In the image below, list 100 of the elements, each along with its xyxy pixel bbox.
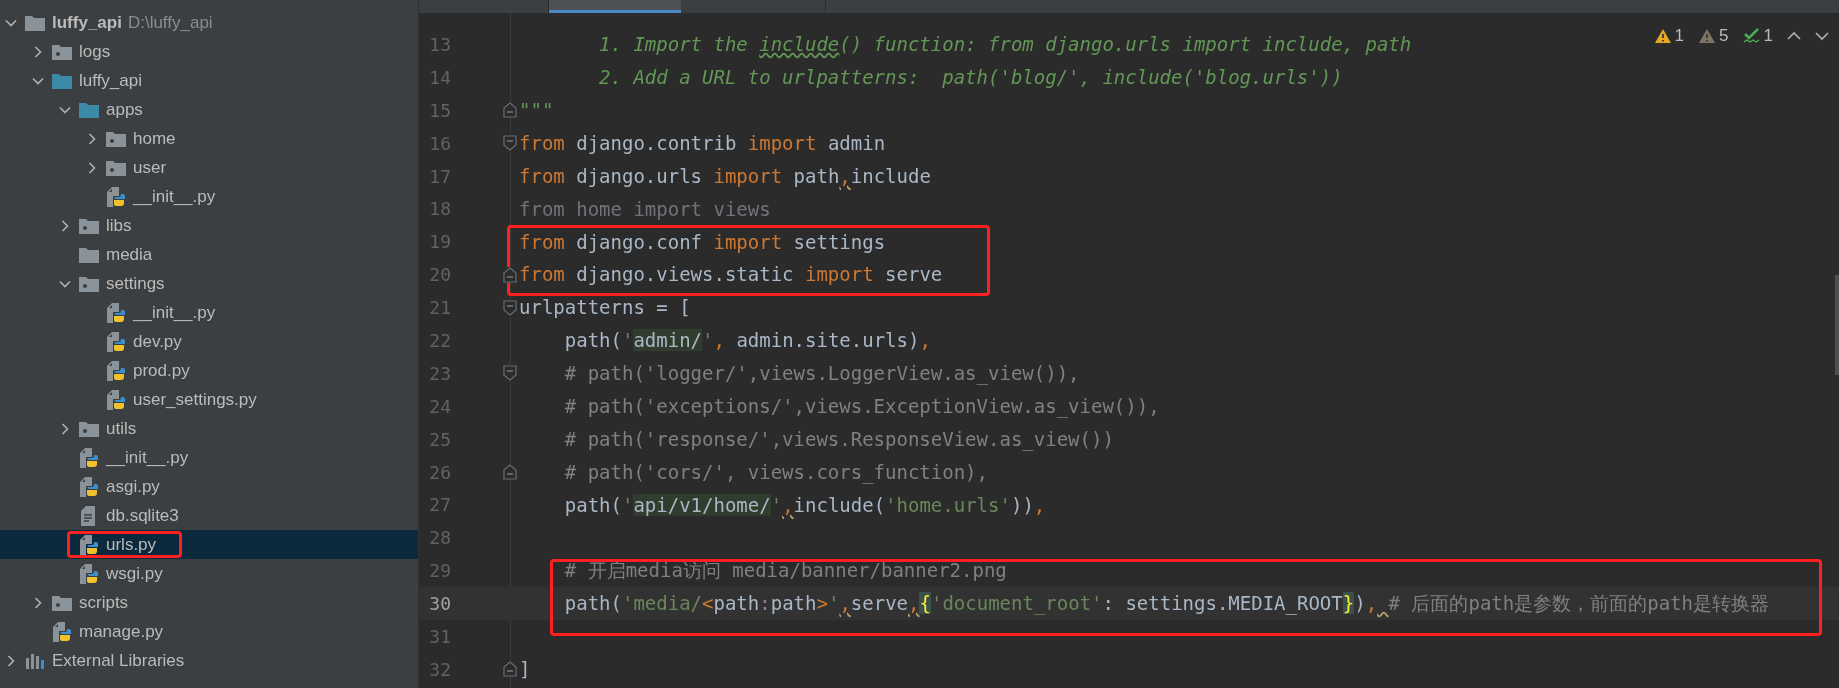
python-file-icon bbox=[105, 359, 127, 382]
folder-icon bbox=[78, 100, 100, 119]
code-line: urlpatterns = [ bbox=[519, 295, 691, 321]
item-label: dev.py bbox=[133, 330, 182, 353]
tree-item[interactable]: luffy_api bbox=[0, 66, 418, 95]
tree-item[interactable]: user bbox=[0, 153, 418, 182]
tree-item[interactable]: logs bbox=[0, 37, 418, 66]
package-folder-icon bbox=[51, 42, 73, 61]
tree-item[interactable]: __init__.py bbox=[0, 298, 418, 327]
code-line: ] bbox=[519, 657, 531, 683]
item-label: luffy_api bbox=[52, 11, 122, 34]
tree-item[interactable]: home bbox=[0, 124, 418, 153]
item-label: wsgi.py bbox=[106, 562, 163, 585]
tree-item[interactable]: media bbox=[0, 240, 418, 269]
line-number: 14 bbox=[428, 65, 451, 90]
tree-item[interactable]: utils bbox=[0, 414, 418, 443]
python-file-icon bbox=[78, 562, 100, 585]
fold-marker-icon[interactable] bbox=[503, 365, 517, 382]
tree-item[interactable]: db.sqlite3 bbox=[0, 501, 418, 530]
item-label: __init__.py bbox=[106, 446, 189, 469]
previous-icon[interactable] bbox=[1787, 30, 1801, 41]
fold-marker-icon[interactable] bbox=[503, 661, 517, 678]
tree-item[interactable]: libs bbox=[0, 211, 418, 240]
python-file-icon bbox=[51, 620, 73, 643]
item-label: prod.py bbox=[133, 359, 190, 382]
code-line: from django.urls import path,include bbox=[519, 163, 931, 189]
code-line: 2. Add a URL to urlpatterns: path('blog/', include('blog.urls')) bbox=[598, 65, 1343, 91]
line-number: 20 bbox=[428, 263, 451, 288]
code-line: from home import views bbox=[519, 196, 771, 222]
item-label: libs bbox=[106, 214, 132, 237]
code-editor[interactable] bbox=[419, 13, 1839, 688]
line-number: 23 bbox=[428, 361, 451, 386]
folder-icon bbox=[51, 71, 73, 90]
item-label: settings bbox=[106, 272, 165, 295]
tree-item[interactable]: luffy_api D:\luffy_api bbox=[0, 8, 418, 37]
package-folder-icon bbox=[78, 274, 100, 293]
line-number: 21 bbox=[428, 296, 451, 321]
tree-item[interactable]: dev.py bbox=[0, 327, 418, 356]
tree-item[interactable]: manage.py bbox=[0, 617, 418, 646]
fold-marker-icon[interactable] bbox=[503, 464, 517, 480]
tree-item[interactable]: apps bbox=[0, 95, 418, 124]
warning-icon[interactable] bbox=[1698, 27, 1717, 44]
item-label: user bbox=[133, 156, 167, 179]
python-file-icon bbox=[105, 301, 127, 324]
code-line: # path('logger/',views.LoggerView.as_view()), bbox=[563, 361, 1080, 387]
typo-check-icon[interactable] bbox=[1742, 26, 1761, 45]
python-file-icon bbox=[105, 388, 127, 411]
line-number: 27 bbox=[428, 493, 451, 518]
item-label: asgi.py bbox=[106, 475, 160, 498]
tree-item[interactable]: External Libraries bbox=[0, 646, 418, 675]
line-number: 15 bbox=[428, 98, 451, 123]
line-number: 25 bbox=[428, 427, 451, 452]
code-line: 1. Import the include() function: from django.urls import include, path bbox=[598, 32, 1412, 58]
tree-item[interactable]: __init__.py bbox=[0, 182, 418, 211]
code-line: # path('cors/', views.cors_function), bbox=[563, 459, 988, 486]
python-file-icon bbox=[105, 185, 127, 208]
folder-icon bbox=[24, 13, 46, 32]
warning-count: 1 bbox=[1674, 25, 1685, 47]
package-folder-icon bbox=[105, 129, 127, 148]
line-number: 19 bbox=[428, 230, 451, 255]
line-number: 29 bbox=[428, 559, 451, 584]
code-line: path('admin/', admin.site.urls), bbox=[563, 328, 931, 354]
item-label: manage.py bbox=[79, 620, 164, 643]
folder-icon bbox=[78, 245, 100, 264]
python-file-icon bbox=[78, 446, 100, 469]
typo-count: 1 bbox=[1763, 25, 1773, 47]
tree-item[interactable]: __init__.py bbox=[0, 443, 418, 472]
fold-marker-icon[interactable] bbox=[503, 102, 517, 119]
item-label: __init__.py bbox=[133, 185, 216, 208]
fold-marker-icon[interactable] bbox=[503, 299, 517, 316]
tree-item[interactable]: asgi.py bbox=[0, 472, 418, 501]
package-folder-icon bbox=[78, 216, 100, 235]
line-number: 17 bbox=[428, 164, 451, 189]
fold-marker-icon[interactable] bbox=[503, 135, 517, 152]
line-number: 16 bbox=[428, 131, 451, 156]
tree-item[interactable]: settings bbox=[0, 269, 418, 298]
line-number: 32 bbox=[428, 657, 451, 682]
tree-item[interactable]: user_settings.py bbox=[0, 385, 418, 414]
package-folder-icon bbox=[78, 419, 100, 438]
tree-item[interactable]: prod.py bbox=[0, 356, 418, 385]
fold-marker-icon[interactable] bbox=[503, 266, 517, 283]
tree-item[interactable]: scripts bbox=[0, 588, 418, 617]
weak-warning-count: 5 bbox=[1719, 25, 1729, 47]
item-label: luffy_api bbox=[79, 69, 142, 92]
warning-icon[interactable] bbox=[1653, 27, 1672, 44]
item-path: D:\luffy_api bbox=[127, 11, 213, 34]
tree-item[interactable]: wsgi.py bbox=[0, 559, 418, 588]
code-line: path('media/<path:path>',serve,{'document_root': settings.MEDIA_ROOT}), # 后面的path是参数，前面的path是转换器 bbox=[563, 591, 1769, 617]
scrollbar[interactable] bbox=[1835, 275, 1839, 375]
tree-item[interactable]: urls.py bbox=[0, 530, 418, 559]
next-icon[interactable] bbox=[1815, 30, 1829, 41]
line-number: 13 bbox=[428, 32, 451, 57]
code-line: from django.contrib import admin bbox=[519, 130, 886, 156]
item-label: __init__.py bbox=[133, 301, 216, 324]
line-number: 31 bbox=[428, 624, 451, 649]
python-file-icon bbox=[105, 330, 127, 353]
python-file-icon bbox=[78, 533, 100, 556]
package-folder-icon bbox=[51, 593, 73, 612]
library-icon bbox=[24, 651, 46, 670]
package-folder-icon bbox=[105, 158, 127, 177]
